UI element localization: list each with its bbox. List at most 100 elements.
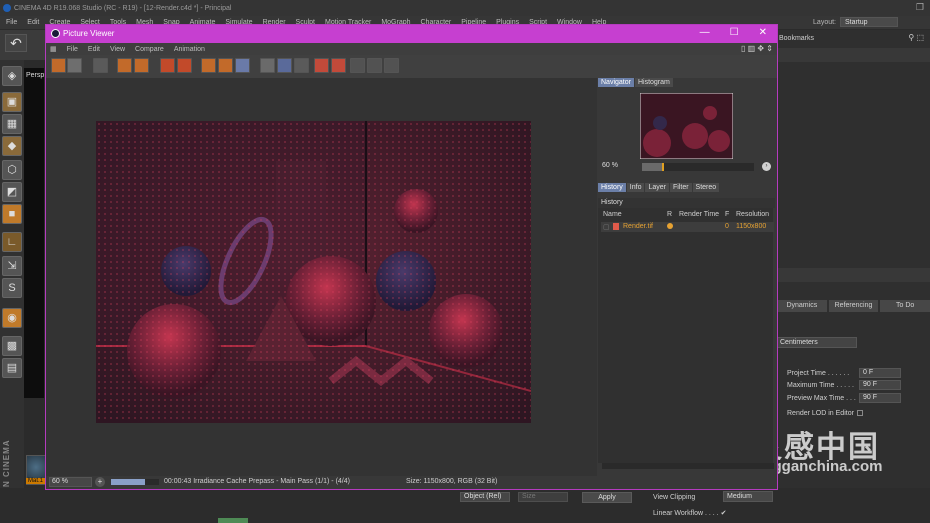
picture-viewer-titlebar[interactable]: Picture Viewer — ☐ ✕ — [46, 25, 777, 43]
col-f[interactable]: F — [725, 211, 729, 218]
tab-filter[interactable]: Filter — [669, 183, 692, 192]
tab-dynamics[interactable]: Dynamics — [777, 300, 827, 312]
tab-navigator[interactable]: Navigator — [598, 78, 634, 87]
snap-icon[interactable]: S — [2, 278, 22, 298]
tweak-icon[interactable]: ⇲ — [2, 256, 22, 276]
linear-workflow-check-icon[interactable]: ✔ — [721, 510, 727, 517]
pause-render-icon[interactable] — [177, 58, 192, 73]
rp-band-1 — [777, 48, 930, 62]
picture-viewer-app-icon — [51, 29, 60, 38]
zoom-select[interactable]: 60 % — [49, 477, 92, 487]
split-view-icon[interactable] — [277, 58, 292, 73]
layout-select[interactable]: Startup — [840, 17, 898, 27]
save-icon[interactable] — [67, 58, 82, 73]
compare-a-icon[interactable] — [201, 58, 216, 73]
units-select[interactable]: Centimeters — [777, 337, 857, 348]
render-selected-icon[interactable] — [134, 58, 149, 73]
tab-layer[interactable]: Layer — [645, 183, 669, 192]
bookmarks-label: Bookmarks ⚲ ⬚ — [777, 33, 930, 45]
row-name: Render.tif — [623, 223, 653, 230]
model-mode-icon[interactable]: ◈ — [2, 66, 22, 86]
undo-button[interactable]: ↶ — [5, 34, 27, 52]
picture-viewer-window-controls: — ☐ ✕ — [700, 27, 767, 38]
lock-icon[interactable]: ▤ — [2, 358, 22, 378]
viewport[interactable] — [24, 68, 44, 398]
filter-icon[interactable] — [384, 58, 399, 73]
coordinates-mode-select[interactable]: Object (Rel) — [460, 492, 510, 502]
project-time-label: Project Time . . . . . . — [787, 370, 850, 377]
maximize-icon[interactable]: ☐ — [730, 27, 739, 38]
apply-button[interactable]: Apply — [582, 492, 632, 503]
cinema4d-app-icon — [3, 4, 11, 12]
layout-toggle-icons[interactable]: ▯ ▥ ✥ ⇕ — [741, 44, 773, 53]
render-to-viewer-icon[interactable] — [93, 58, 108, 73]
project-time-field[interactable]: 0 F — [859, 368, 901, 378]
edges-mode-icon[interactable]: ◩ — [2, 182, 22, 202]
tab-stereo[interactable]: Stereo — [692, 183, 720, 192]
navigator-zoom-slider[interactable] — [642, 163, 754, 171]
magnet-icon[interactable]: ◉ — [2, 308, 22, 328]
menu-edit[interactable]: Edit — [27, 19, 39, 26]
grid-icon[interactable]: ▩ — [2, 336, 22, 356]
history-columns: Name R Render Time F Resolution — [601, 211, 774, 220]
workplane-icon[interactable]: ◆ — [2, 136, 22, 156]
layout-selector: Layout: Startup — [813, 17, 898, 27]
navigator-thumbnail[interactable] — [640, 93, 733, 159]
open-file-icon[interactable] — [51, 58, 66, 73]
compare-swap-icon[interactable] — [235, 58, 250, 73]
viewport-camera-label: Persp — [26, 72, 45, 79]
render-canvas[interactable] — [46, 78, 597, 476]
render-progress-bar — [111, 479, 159, 485]
preview-max-time-field[interactable]: 90 F — [859, 393, 901, 403]
polygons-mode-icon[interactable]: ■ — [2, 204, 22, 224]
navigator-zoom: 60 % › — [598, 162, 773, 172]
cube-mode-icon[interactable]: ▣ — [2, 92, 22, 112]
size-mode-select[interactable]: Size — [518, 492, 568, 502]
axis-icon[interactable]: ∟ — [2, 232, 22, 252]
history-list — [598, 208, 773, 463]
pv-menu-view[interactable]: View — [110, 46, 125, 53]
row-resolution: 1150x800 — [736, 223, 767, 230]
pv-menu-compare[interactable]: Compare — [135, 46, 164, 53]
col-r[interactable]: R — [667, 211, 672, 218]
pv-menu-file[interactable]: File — [67, 46, 78, 53]
view-mode-icon[interactable] — [260, 58, 275, 73]
tab-history[interactable]: History — [598, 183, 626, 192]
tab-todo[interactable]: To Do — [880, 300, 930, 312]
lod-checkbox[interactable] — [856, 410, 863, 417]
maximum-time-field[interactable]: 90 F — [859, 380, 901, 390]
tab-histogram[interactable]: Histogram — [634, 78, 673, 87]
render-region-icon[interactable] — [117, 58, 132, 73]
material-name: Mat.1 — [26, 478, 46, 484]
search-icon[interactable]: ⚲ ⬚ — [908, 33, 924, 42]
tab-referencing[interactable]: Referencing — [828, 300, 879, 312]
col-name[interactable]: Name — [603, 211, 622, 218]
col-render-time[interactable]: Render Time — [679, 211, 719, 218]
menu-file[interactable]: File — [6, 19, 17, 26]
fit-icon[interactable] — [350, 58, 365, 73]
compare-b-icon[interactable] — [218, 58, 233, 73]
restore-icon[interactable]: ❐ — [916, 2, 924, 13]
view-clipping-select[interactable]: Medium — [723, 491, 773, 502]
history-scrollbar[interactable] — [602, 463, 774, 469]
zoom-in-icon[interactable]: + — [95, 477, 105, 487]
picture-viewer-window: Picture Viewer — ☐ ✕ ▦ File Edit View Co… — [45, 24, 778, 490]
pv-menu-edit[interactable]: Edit — [88, 46, 100, 53]
rp-band-2 — [777, 268, 930, 282]
minimize-icon[interactable]: — — [700, 27, 710, 38]
col-resolution[interactable]: Resolution — [736, 211, 769, 218]
timeline-marker — [218, 518, 248, 523]
navigator-zoom-plus-icon[interactable]: › — [762, 162, 771, 171]
zoom-icon[interactable] — [367, 58, 382, 73]
show-b-icon[interactable] — [331, 58, 346, 73]
points-mode-icon[interactable]: ⬡ — [2, 160, 22, 180]
history-row[interactable]: ▢ Render.tif 0 1150x800 — [601, 222, 774, 232]
stop-render-icon[interactable] — [160, 58, 175, 73]
tab-info[interactable]: Info — [626, 183, 645, 192]
row-expand-icon[interactable]: ▢ — [603, 223, 610, 231]
close-icon[interactable]: ✕ — [759, 27, 767, 38]
show-a-icon[interactable] — [314, 58, 329, 73]
texture-mode-icon[interactable]: ▦ — [2, 114, 22, 134]
swap-ab-icon[interactable] — [294, 58, 309, 73]
pv-menu-animation[interactable]: Animation — [174, 46, 205, 53]
